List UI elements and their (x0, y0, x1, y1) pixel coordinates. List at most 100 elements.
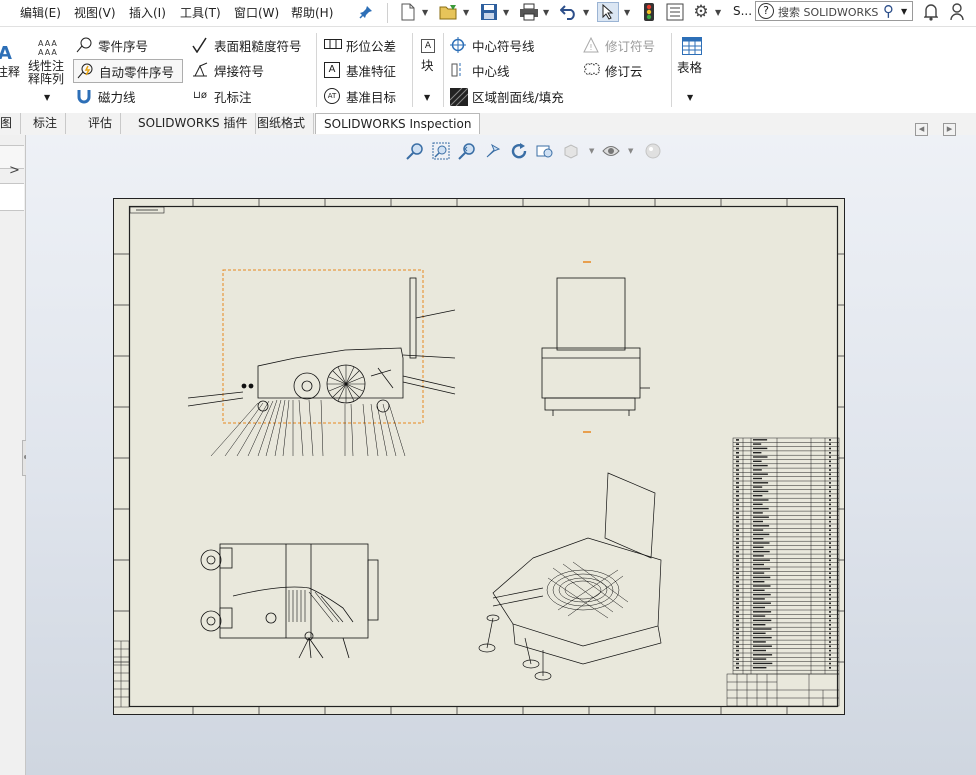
drawing-sheet[interactable] (113, 198, 845, 715)
file-properties-icon[interactable] (664, 2, 686, 22)
balloon-icon (76, 37, 92, 53)
tab-evaluate[interactable]: 评估 (80, 113, 122, 134)
menu-window[interactable]: 窗口(W) (234, 4, 279, 21)
geometric-tolerance-button[interactable]: 形位公差 (324, 34, 396, 56)
display-style-icon[interactable] (561, 141, 581, 161)
auto-balloon-button[interactable]: 自动零件序号 (73, 59, 184, 83)
new-document-icon[interactable] (398, 2, 418, 22)
pin-icon[interactable] (357, 2, 375, 22)
bom-part-mark (753, 477, 762, 480)
chevron-down-icon[interactable]: ▼ (424, 93, 430, 102)
bom-item-mark (736, 654, 739, 656)
bom-qty-mark (829, 538, 831, 540)
annotation-button[interactable]: A 注释 (0, 43, 22, 83)
bom-qty-mark (829, 512, 831, 514)
hide-show-items-icon[interactable] (601, 141, 621, 161)
bom-qty-mark (829, 611, 831, 613)
bom-item-mark (736, 658, 739, 660)
chevron-down-icon[interactable]: ▼ (44, 93, 50, 102)
menu-tools[interactable]: 工具(T) (180, 4, 221, 21)
bom-part-mark (753, 460, 762, 462)
tab-view-layout[interactable]: 图 (0, 113, 22, 134)
magnetic-line-button[interactable]: 磁力线 (76, 85, 136, 107)
centerline-button[interactable]: 中心线 (450, 59, 510, 81)
appearance-icon[interactable] (643, 141, 663, 161)
panel-collapse-left-icon[interactable]: ◂ (915, 123, 928, 136)
area-hatch-button[interactable]: 区域剖面线/填充 (449, 85, 564, 107)
chevron-down-icon[interactable]: ▼ (589, 147, 594, 155)
tab-solidworks-inspection[interactable]: SOLIDWORKS Inspection (315, 113, 481, 134)
search-box[interactable]: ? 搜索 SOLIDWORKS ⚲ ▼ (755, 1, 913, 21)
gear-icon[interactable]: ⚙ (690, 2, 712, 22)
surface-finish-button[interactable]: 表面粗糙度符号 (192, 34, 302, 56)
balloon-button[interactable]: 零件序号 (76, 34, 148, 56)
panel-collapse-right-icon[interactable]: ▸ (943, 123, 956, 136)
bom-part-mark (753, 542, 770, 544)
bom-item-mark (736, 447, 739, 450)
bom-qty-mark (829, 550, 831, 553)
print-icon[interactable] (518, 2, 540, 22)
bom-item-mark (736, 572, 739, 574)
bom-qty-mark (829, 658, 831, 660)
chevron-down-icon[interactable]: ▼ (422, 8, 428, 17)
traffic-light-icon[interactable] (639, 2, 659, 22)
table-button[interactable]: 表格 ▼ (677, 37, 707, 107)
zoom-sheet-icon[interactable] (535, 141, 555, 161)
bom-part-mark (753, 482, 769, 484)
rotate-icon[interactable] (509, 141, 529, 161)
chevron-down-icon[interactable]: ▼ (503, 8, 509, 17)
hole-callout-button[interactable]: ⊔ø 孔标注 (192, 85, 251, 107)
chevron-down-icon[interactable]: ▼ (463, 8, 469, 17)
linear-note-pattern-button[interactable]: AAA AAA 线性注 释阵列 ▼ (28, 39, 72, 109)
datum-target-button[interactable]: AT 基准目标 (324, 85, 396, 107)
tab-solidworks-addins[interactable]: SOLIDWORKS 插件 (130, 113, 257, 134)
tab-annotation[interactable]: 标注 (25, 113, 67, 134)
datum-feature-button[interactable]: A 基准特征 (324, 59, 396, 81)
revision-symbol-button[interactable]: ! 修订符号 (583, 34, 655, 56)
bom-part-mark (753, 529, 764, 531)
chevron-down-icon[interactable]: ▼ (901, 7, 907, 16)
pan-icon[interactable] (483, 141, 503, 161)
bom-item-mark (736, 611, 739, 613)
open-document-icon[interactable] (438, 2, 460, 22)
center-mark-icon (450, 37, 466, 53)
chevron-down-icon[interactable]: ▼ (583, 8, 589, 17)
bom-qty-mark (829, 499, 831, 501)
bom-part-mark (753, 520, 763, 523)
chevron-right-icon[interactable]: > (9, 163, 20, 178)
bom-item-mark (736, 667, 739, 669)
bell-icon[interactable] (922, 2, 940, 22)
bom-item-mark (736, 529, 739, 531)
datum-target-label: 基准目标 (346, 89, 397, 105)
revision-cloud-button[interactable]: 修订云 (583, 59, 643, 81)
bom-qty-mark (829, 559, 831, 562)
bom-part-mark (753, 490, 769, 493)
chevron-down-icon[interactable]: ▼ (543, 8, 549, 17)
chevron-down-icon[interactable]: ▼ (624, 8, 630, 17)
search-input[interactable]: 搜索 SOLIDWORKS (778, 4, 882, 20)
bom-qty-mark (829, 572, 831, 574)
chevron-down-icon[interactable]: ▼ (715, 8, 721, 17)
tab-sheet-format[interactable]: 图纸格式 (249, 113, 315, 134)
bom-part-mark (753, 602, 771, 604)
zoom-to-fit-icon[interactable] (405, 141, 425, 161)
zoom-to-area-icon[interactable] (431, 141, 451, 161)
bom-part-mark (753, 533, 770, 536)
s-label[interactable]: S... (733, 4, 752, 18)
weld-symbol-button[interactable]: 焊接符号 (192, 59, 264, 81)
panel-row[interactable] (0, 183, 24, 211)
chevron-down-icon[interactable]: ▼ (687, 93, 693, 102)
undo-icon[interactable] (558, 2, 580, 22)
user-icon[interactable] (948, 2, 966, 22)
center-mark-button[interactable]: 中心符号线 (450, 34, 535, 56)
menu-insert[interactable]: 插入(I) (129, 4, 166, 21)
save-icon[interactable] (478, 2, 500, 22)
select-cursor-icon[interactable] (597, 2, 619, 22)
menu-edit[interactable]: 编辑(E) (20, 4, 61, 21)
menu-view[interactable]: 视图(V) (74, 4, 116, 21)
previous-view-icon[interactable] (457, 141, 477, 161)
chevron-down-icon[interactable]: ▼ (628, 147, 633, 155)
search-icon[interactable]: ⚲ (883, 2, 894, 20)
menu-help[interactable]: 帮助(H) (291, 4, 333, 21)
block-button[interactable]: A 块 ▼ (418, 37, 440, 107)
